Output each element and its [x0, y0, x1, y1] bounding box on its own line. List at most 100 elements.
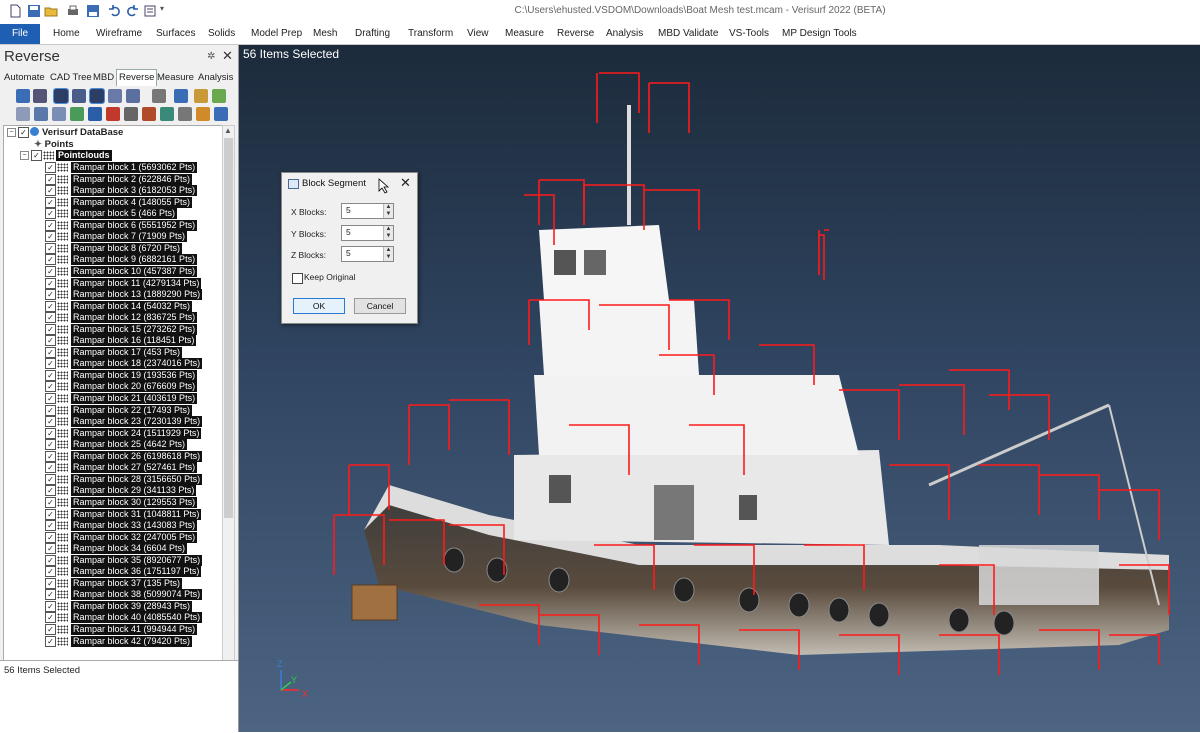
tree-item-pointcloud[interactable]: ✓ Rampar block 2 (622846 Pts)	[4, 174, 223, 185]
spinner-arrows-icon[interactable]: ▲ ▼	[383, 247, 393, 261]
item-checkbox[interactable]: ✓	[45, 474, 56, 485]
tool-icon[interactable]	[212, 89, 226, 103]
tool-icon[interactable]	[88, 107, 102, 121]
panel-close-icon[interactable]: ✕	[222, 48, 233, 64]
item-checkbox[interactable]: ✓	[45, 381, 56, 392]
tool-icon[interactable]	[174, 89, 188, 103]
tool-icon[interactable]	[72, 89, 86, 103]
tab-wireframe[interactable]: Wireframe	[96, 24, 142, 44]
spinner-arrows-icon[interactable]: ▲ ▼	[383, 204, 393, 218]
tab-mesh[interactable]: Mesh	[313, 24, 337, 44]
z-blocks-spinner[interactable]: 5 ▲ ▼	[341, 246, 394, 262]
save-icon[interactable]	[27, 4, 41, 18]
y-blocks-value[interactable]: 5	[346, 227, 351, 237]
tree-item-pointcloud[interactable]: ✓ Rampar block 38 (5099074 Pts)	[4, 589, 223, 600]
tool-icon[interactable]	[152, 89, 166, 103]
tool-icon[interactable]	[214, 107, 228, 121]
tree-item-pointcloud[interactable]: ✓ Rampar block 6 (5551952 Pts)	[4, 220, 223, 231]
tab-reverse[interactable]: Reverse	[557, 24, 594, 44]
panel-tab-analysis[interactable]: Analysis	[198, 70, 233, 86]
item-checkbox[interactable]: ✓	[45, 197, 56, 208]
collapse-icon[interactable]: −	[20, 151, 29, 160]
tree-scrollbar[interactable]: ▲ ▼	[222, 125, 235, 691]
root-checkbox[interactable]: ✓	[18, 127, 29, 138]
tool-icon[interactable]	[16, 107, 30, 121]
tool-icon[interactable]	[34, 107, 48, 121]
item-checkbox[interactable]: ✓	[45, 485, 56, 496]
item-checkbox[interactable]: ✓	[45, 289, 56, 300]
x-blocks-value[interactable]: 5	[346, 205, 351, 215]
tab-drafting[interactable]: Drafting	[355, 24, 390, 44]
tree-item-pointcloud[interactable]: ✓ Rampar block 27 (527461 Pts)	[4, 462, 223, 473]
tree-item-pointcloud[interactable]: ✓ Rampar block 26 (6198618 Pts)	[4, 451, 223, 462]
item-checkbox[interactable]: ✓	[45, 185, 56, 196]
z-blocks-value[interactable]: 5	[346, 248, 351, 258]
tool-icon[interactable]	[194, 89, 208, 103]
collapse-icon[interactable]: −	[7, 128, 16, 137]
tree-item-pointcloud[interactable]: ✓ Rampar block 42 (79420 Pts)	[4, 636, 223, 647]
panel-tab-reverse[interactable]: Reverse	[116, 69, 158, 86]
scroll-thumb[interactable]	[224, 138, 233, 518]
tree-item-pointcloud[interactable]: ✓ Rampar block 7 (71909 Pts)	[4, 231, 223, 242]
keep-original-label[interactable]: Keep Original	[304, 272, 356, 282]
tree-item-pointcloud[interactable]: ✓ Rampar block 13 (1889290 Pts)	[4, 289, 223, 300]
ok-button[interactable]: OK	[293, 298, 345, 314]
new-file-icon[interactable]	[8, 4, 22, 18]
tree-item-pointcloud[interactable]: ✓ Rampar block 24 (1511929 Pts)	[4, 428, 223, 439]
tree-item-pointcloud[interactable]: ✓ Rampar block 40 (4085540 Pts)	[4, 612, 223, 623]
tab-mp-design-tools[interactable]: MP Design Tools	[782, 24, 857, 44]
item-checkbox[interactable]: ✓	[45, 589, 56, 600]
item-checkbox[interactable]: ✓	[45, 312, 56, 323]
tree-item-pointcloud[interactable]: ✓ Rampar block 1 (5693062 Pts)	[4, 162, 223, 173]
scroll-up-icon[interactable]: ▲	[224, 126, 232, 135]
tool-icon[interactable]	[33, 89, 47, 103]
tree-item-pointcloud[interactable]: ✓ Rampar block 14 (54032 Pts)	[4, 301, 223, 312]
item-checkbox[interactable]: ✓	[45, 543, 56, 554]
item-checkbox[interactable]: ✓	[45, 555, 56, 566]
item-checkbox[interactable]: ✓	[45, 451, 56, 462]
item-checkbox[interactable]: ✓	[45, 174, 56, 185]
spinner-arrows-icon[interactable]: ▲ ▼	[383, 226, 393, 240]
tab-measure[interactable]: Measure	[505, 24, 544, 44]
tool-icon[interactable]	[124, 107, 138, 121]
tree-item-pointcloud[interactable]: ✓ Rampar block 28 (3156650 Pts)	[4, 474, 223, 485]
tab-transform[interactable]: Transform	[408, 24, 453, 44]
print-icon[interactable]	[66, 4, 80, 18]
item-checkbox[interactable]: ✓	[45, 335, 56, 346]
tree-item-pointcloud[interactable]: ✓ Rampar block 10 (457387 Pts)	[4, 266, 223, 277]
tool-icon[interactable]	[16, 89, 30, 103]
tree-item-pointcloud[interactable]: ✓ Rampar block 5 (466 Pts)	[4, 208, 223, 219]
item-checkbox[interactable]: ✓	[45, 520, 56, 531]
tree-item-pointcloud[interactable]: ✓ Rampar block 36 (1751197 Pts)	[4, 566, 223, 577]
tool-icon[interactable]	[142, 107, 156, 121]
tree-node-pointclouds[interactable]: Pointclouds	[56, 150, 112, 161]
tool-icon[interactable]	[160, 107, 174, 121]
redo-icon[interactable]	[125, 4, 139, 18]
item-checkbox[interactable]: ✓	[45, 497, 56, 508]
tool-icon[interactable]	[108, 89, 122, 103]
tool-icon[interactable]	[196, 107, 210, 121]
tree-item-pointcloud[interactable]: ✓ Rampar block 25 (4642 Pts)	[4, 439, 223, 450]
tree-item-pointcloud[interactable]: ✓ Rampar block 31 (1048811 Pts)	[4, 509, 223, 520]
item-checkbox[interactable]: ✓	[45, 324, 56, 335]
tree-item-pointcloud[interactable]: ✓ Rampar block 12 (836725 Pts)	[4, 312, 223, 323]
y-blocks-spinner[interactable]: 5 ▲ ▼	[341, 225, 394, 241]
item-checkbox[interactable]: ✓	[45, 601, 56, 612]
tree-item-pointcloud[interactable]: ✓ Rampar block 34 (6604 Pts)	[4, 543, 223, 554]
tab-analysis[interactable]: Analysis	[606, 24, 643, 44]
tab-vs-tools[interactable]: VS-Tools	[729, 24, 769, 44]
tool-icon[interactable]	[53, 88, 69, 104]
item-checkbox[interactable]: ✓	[45, 220, 56, 231]
tree-item-pointcloud[interactable]: ✓ Rampar block 16 (118451 Pts)	[4, 335, 223, 346]
undo-icon[interactable]	[108, 4, 122, 18]
item-checkbox[interactable]: ✓	[45, 578, 56, 589]
tree-item-pointcloud[interactable]: ✓ Rampar block 37 (135 Pts)	[4, 578, 223, 589]
x-blocks-spinner[interactable]: 5 ▲ ▼	[341, 203, 394, 219]
item-checkbox[interactable]: ✓	[45, 278, 56, 289]
item-checkbox[interactable]: ✓	[45, 462, 56, 473]
tool-icon[interactable]	[52, 107, 66, 121]
item-checkbox[interactable]: ✓	[45, 266, 56, 277]
tree-item-pointcloud[interactable]: ✓ Rampar block 11 (4279134 Pts)	[4, 278, 223, 289]
tool-icon[interactable]	[126, 89, 140, 103]
tree-item-pointcloud[interactable]: ✓ Rampar block 39 (28943 Pts)	[4, 601, 223, 612]
